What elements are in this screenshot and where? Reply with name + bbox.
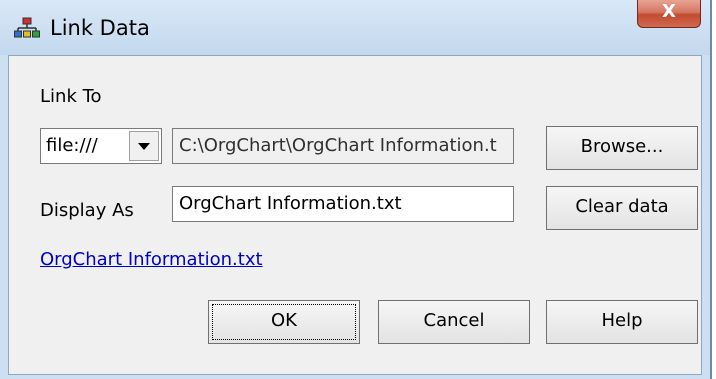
browse-button[interactable]: Browse... [546, 126, 698, 170]
screen: Link Data X Link To file:/// C:\OrgChart… [0, 0, 716, 379]
help-button[interactable]: Help [546, 300, 698, 344]
org-chart-icon [14, 17, 40, 38]
protocol-dropdown[interactable]: file:/// [40, 128, 162, 164]
link-data-dialog: Link Data X Link To file:/// C:\OrgChart… [0, 0, 712, 379]
title-bar[interactable]: Link Data X [0, 0, 710, 55]
ok-button[interactable]: OK [208, 300, 360, 344]
display-as-label: Display As [40, 200, 134, 221]
cancel-button[interactable]: Cancel [378, 300, 530, 344]
display-as-field[interactable]: OrgChart Information.txt [172, 186, 514, 222]
dialog-title: Link Data [50, 16, 150, 40]
preview-link[interactable]: OrgChart Information.txt [40, 249, 263, 271]
close-icon: X [662, 1, 676, 22]
link-path-field[interactable]: C:\OrgChart\OrgChart Information.t [172, 128, 514, 164]
link-to-label: Link To [40, 86, 102, 107]
clear-data-button[interactable]: Clear data [546, 186, 698, 230]
protocol-selected-value: file:/// [46, 135, 98, 156]
close-button[interactable]: X [637, 0, 701, 28]
chevron-down-icon[interactable] [129, 131, 159, 161]
